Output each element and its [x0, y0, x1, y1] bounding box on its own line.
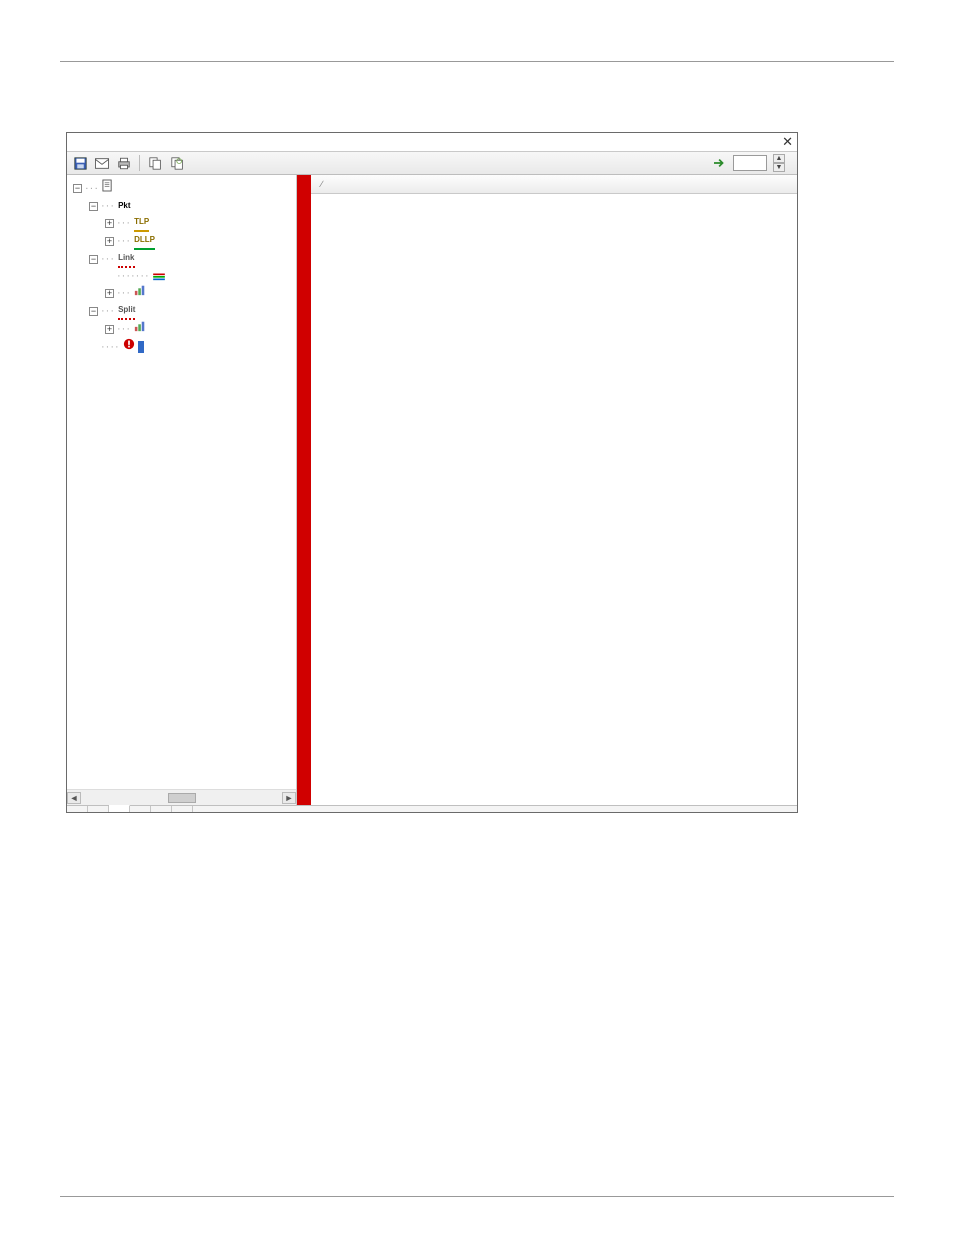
collapse-icon[interactable]: − [89, 255, 98, 264]
errors-side-tab[interactable] [297, 175, 311, 805]
packet-stepper[interactable]: ▲ ▼ [773, 154, 785, 172]
link-perf-icon [134, 284, 146, 302]
copy-icon[interactable] [148, 156, 162, 170]
tree-split-trans-perf[interactable]: +··· [73, 320, 294, 338]
expand-icon[interactable]: + [105, 219, 114, 228]
tree-vcid[interactable]: ······· [73, 268, 294, 284]
tree: −··· −··· Pkt +··· TLP [73, 179, 294, 356]
split-icon: Split [118, 302, 135, 320]
print-icon[interactable] [117, 156, 131, 170]
window-titlebar: ✕ [67, 133, 797, 151]
col-upstream[interactable] [470, 175, 579, 193]
scroll-thumb[interactable] [168, 793, 196, 803]
tab-packet-data[interactable] [88, 806, 109, 812]
expand-icon[interactable]: + [105, 237, 114, 246]
bottom-tabs [67, 805, 797, 812]
document-icon [102, 179, 113, 198]
tree-tlp[interactable]: +··· TLP [73, 214, 294, 232]
col-type[interactable]: ∕ [311, 175, 470, 193]
options-icon[interactable] [170, 156, 184, 170]
vcid-icon [153, 268, 165, 284]
col-total[interactable] [688, 175, 797, 193]
tab-data-flow[interactable] [172, 806, 193, 812]
packets-icon: Pkt [118, 198, 130, 214]
collapse-icon[interactable]: − [73, 184, 82, 193]
table-pane: ∕ [297, 175, 797, 805]
step-up-icon[interactable]: ▲ [773, 154, 785, 163]
tab-link-tracker[interactable] [67, 806, 88, 812]
expand-icon[interactable]: + [105, 289, 114, 298]
tab-packet-header[interactable] [151, 806, 172, 812]
tree-dllp[interactable]: +··· DLLP [73, 232, 294, 250]
tree-packets[interactable]: −··· Pkt [73, 198, 294, 214]
collapse-icon[interactable]: − [89, 307, 98, 316]
toolbar: ▲ ▼ [67, 151, 797, 175]
scroll-left-icon[interactable]: ◄ [67, 792, 81, 804]
tlp-icon: TLP [134, 214, 149, 232]
link-icon: Link [118, 250, 134, 268]
table-header-row: ∕ [311, 175, 797, 193]
tree-link-transactions[interactable]: −··· Link [73, 250, 294, 268]
errors-icon [123, 338, 135, 356]
collapse-icon[interactable]: − [89, 202, 98, 211]
step-down-icon[interactable]: ▼ [773, 163, 785, 172]
dllp-icon: DLLP [134, 232, 155, 250]
tab-bus-utilization[interactable] [130, 806, 151, 812]
close-icon[interactable]: ✕ [782, 134, 793, 150]
page-footer [60, 1196, 894, 1201]
packet-index-input[interactable] [733, 155, 767, 171]
email-icon[interactable] [95, 156, 109, 170]
tree-errors[interactable]: ···· [73, 338, 294, 356]
tree-link-trans-perf[interactable]: +··· [73, 284, 294, 302]
expand-icon[interactable]: + [105, 325, 114, 334]
errors-table: ∕ [311, 175, 797, 194]
traffic-summary-window: ✕ ▲ ▼ [66, 132, 798, 813]
col-downstream[interactable] [579, 175, 688, 193]
page-header [60, 55, 894, 62]
split-perf-icon [134, 320, 146, 338]
tree-root[interactable]: −··· [73, 179, 294, 198]
sort-icon: ∕ [321, 179, 323, 189]
tree-horizontal-scrollbar[interactable]: ◄ ► [67, 789, 296, 805]
tree-pane: −··· −··· Pkt +··· TLP [67, 175, 297, 805]
save-icon[interactable] [73, 156, 87, 170]
tree-errors-label [138, 341, 144, 353]
scroll-right-icon[interactable]: ► [282, 792, 296, 804]
tree-split-transactions[interactable]: −··· Split [73, 302, 294, 320]
tab-traffic-summary[interactable] [109, 805, 130, 812]
go-icon[interactable] [713, 156, 727, 170]
